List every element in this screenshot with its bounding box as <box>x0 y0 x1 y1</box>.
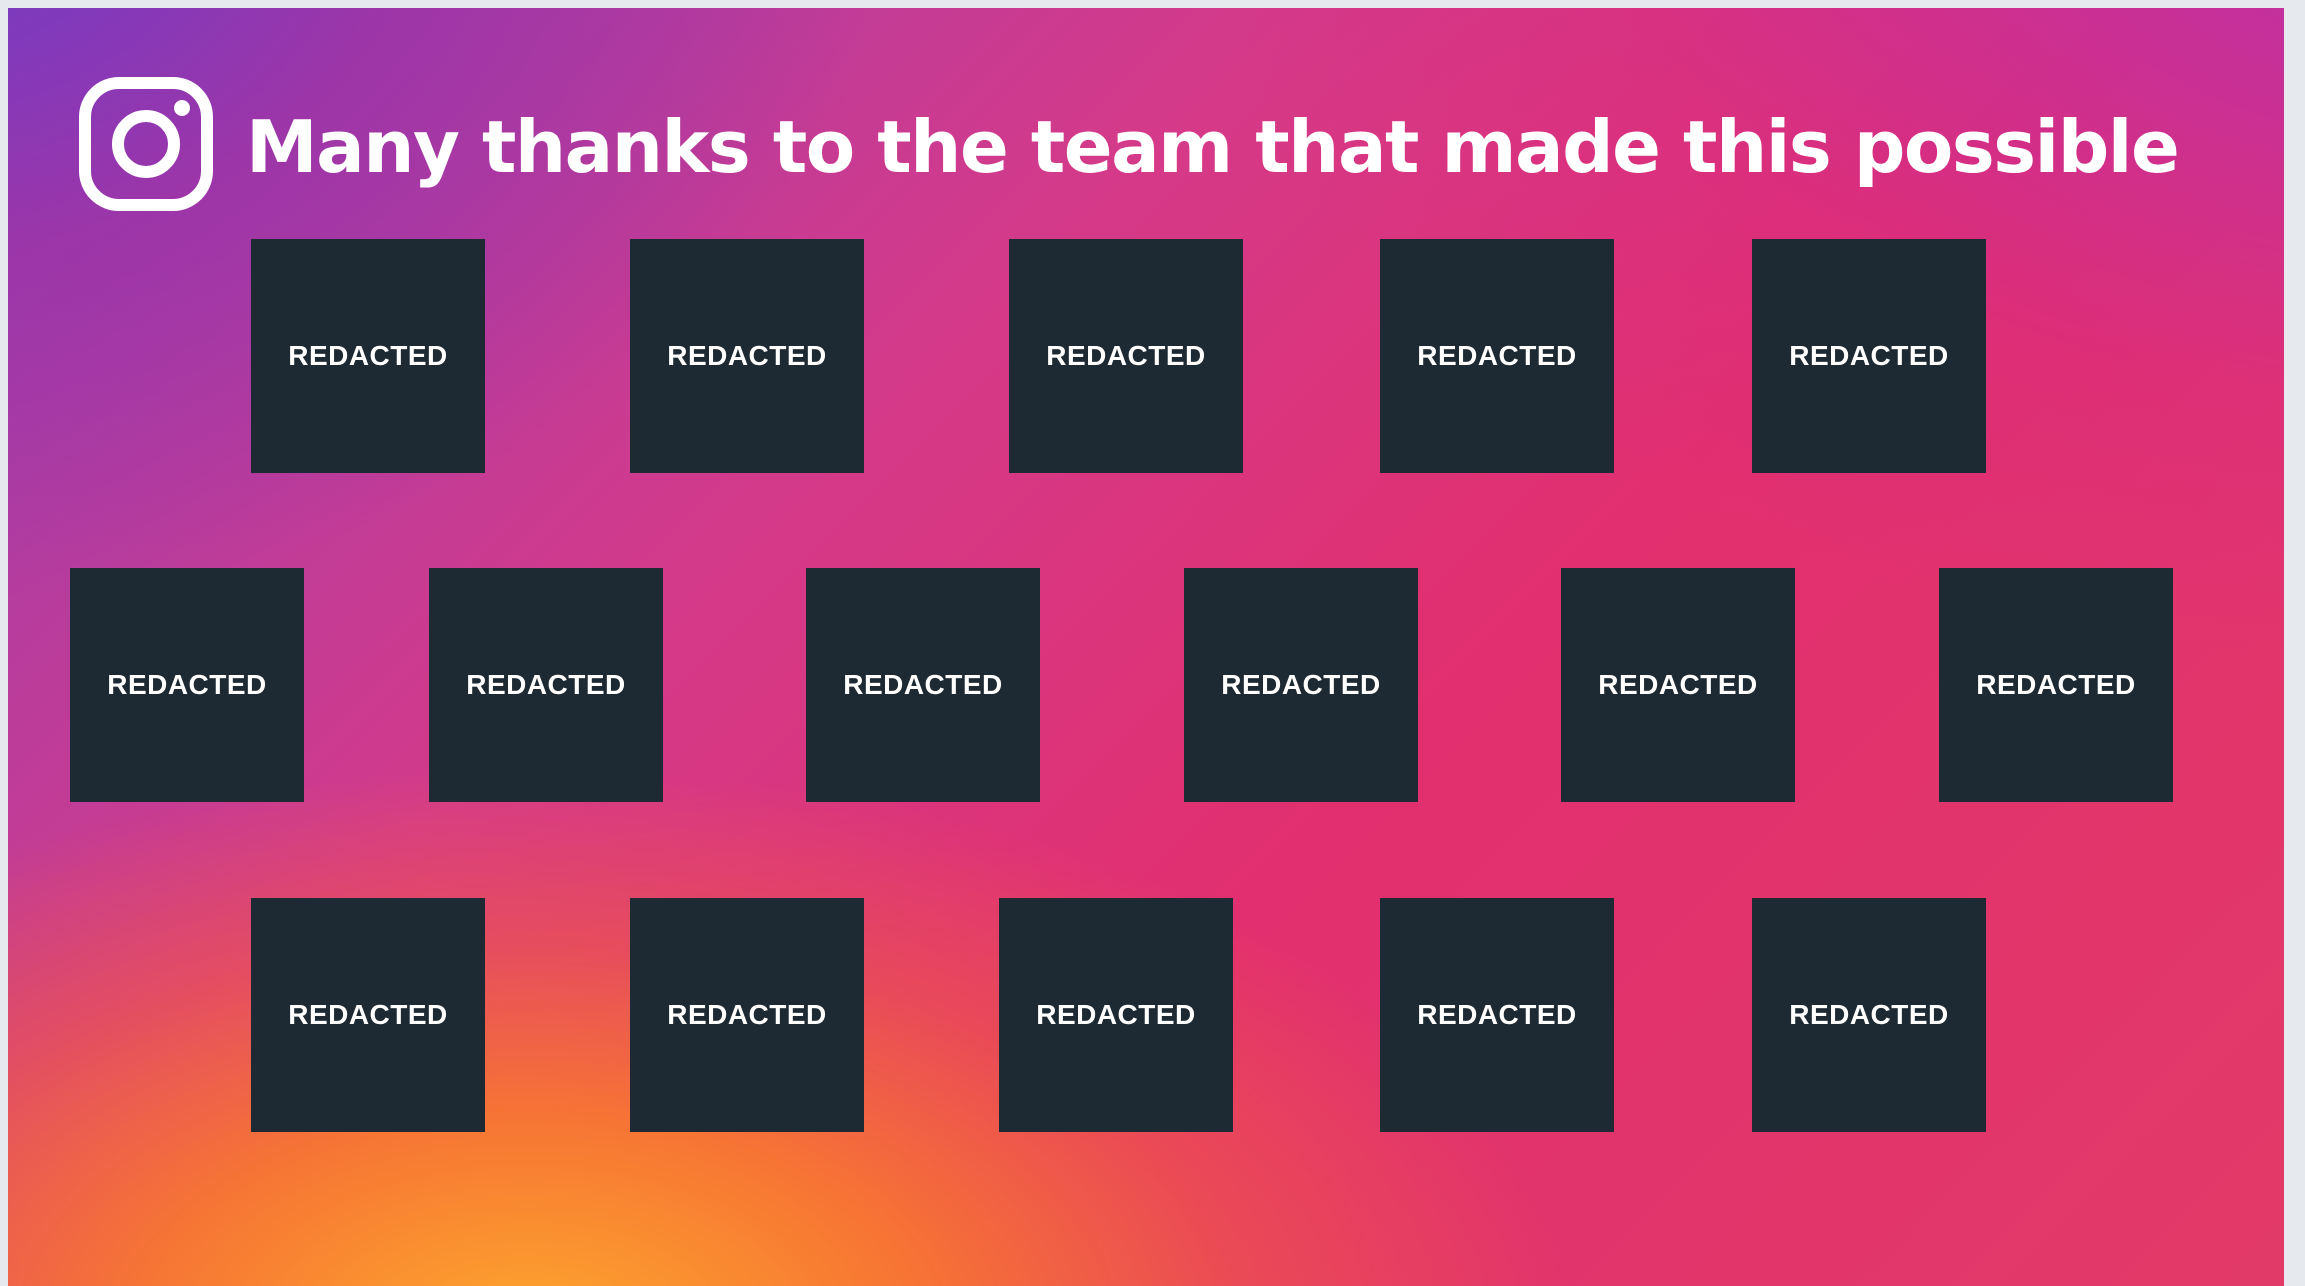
team-member-label: REDACTED <box>1046 340 1206 371</box>
team-member-card: REDACTED <box>1009 239 1243 473</box>
team-member-card: REDACTED <box>999 898 1233 1132</box>
team-member-card: REDACTED <box>630 239 864 473</box>
team-member-label: REDACTED <box>288 340 448 371</box>
team-member-label: REDACTED <box>1417 340 1577 371</box>
team-member-label: REDACTED <box>843 669 1003 700</box>
team-member-card: REDACTED <box>70 568 304 802</box>
team-member-card: REDACTED <box>806 568 1040 802</box>
team-member-card: REDACTED <box>1752 239 1986 473</box>
slide-title: Many thanks to the team that made this p… <box>246 105 2180 189</box>
team-member-card: REDACTED <box>1561 568 1795 802</box>
team-member-card: REDACTED <box>1939 568 2173 802</box>
team-member-card: REDACTED <box>1380 898 1614 1132</box>
team-member-label: REDACTED <box>107 669 267 700</box>
team-member-card: REDACTED <box>251 239 485 473</box>
team-member-label: REDACTED <box>1976 669 2136 700</box>
team-member-card: REDACTED <box>1184 568 1418 802</box>
team-member-label: REDACTED <box>1221 669 1381 700</box>
team-member-label: REDACTED <box>667 340 827 371</box>
slide: Many thanks to the team that made this p… <box>8 8 2284 1286</box>
instagram-logo-icon <box>79 77 213 211</box>
team-member-label: REDACTED <box>1036 999 1196 1030</box>
team-member-card: REDACTED <box>1752 898 1986 1132</box>
team-member-card: REDACTED <box>630 898 864 1132</box>
team-member-card: REDACTED <box>251 898 485 1132</box>
presentation-frame: Many thanks to the team that made this p… <box>0 0 2305 1286</box>
team-member-card: REDACTED <box>429 568 663 802</box>
team-member-label: REDACTED <box>288 999 448 1030</box>
team-member-label: REDACTED <box>1598 669 1758 700</box>
team-member-label: REDACTED <box>1789 340 1949 371</box>
page-margin <box>2284 0 2305 1286</box>
team-member-label: REDACTED <box>1789 999 1949 1030</box>
team-member-label: REDACTED <box>1417 999 1577 1030</box>
team-member-label: REDACTED <box>667 999 827 1030</box>
team-member-label: REDACTED <box>466 669 626 700</box>
team-member-card: REDACTED <box>1380 239 1614 473</box>
